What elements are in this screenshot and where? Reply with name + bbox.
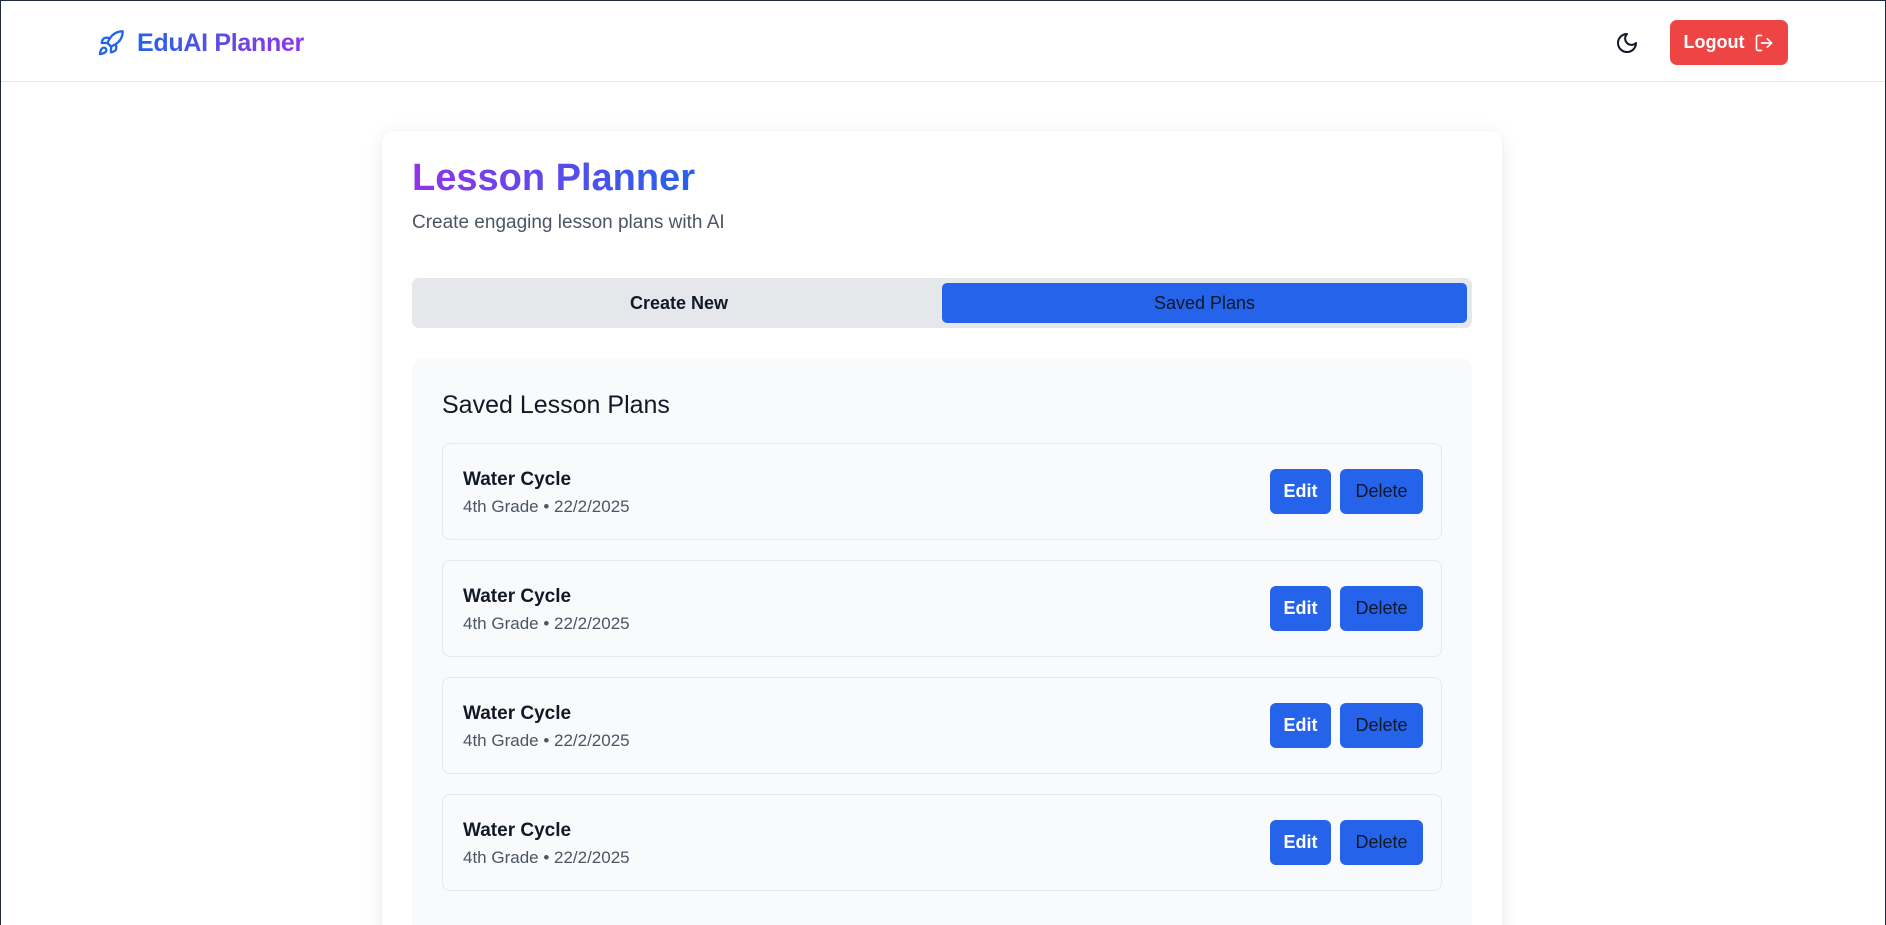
lesson-plan-meta: 4th Grade • 22/2/2025 [463, 497, 630, 516]
tab-bar: Create New Saved Plans [412, 278, 1472, 328]
page-title: Lesson Planner [412, 157, 695, 199]
edit-button[interactable]: Edit [1270, 820, 1331, 865]
lesson-plan-title: Water Cycle [463, 469, 572, 490]
saved-plans-heading: Saved Lesson Plans [442, 391, 670, 419]
saved-plans-panel: Saved Lesson Plans Water Cycle 4th Grade… [412, 358, 1472, 925]
lesson-plan-title: Water Cycle [463, 586, 572, 607]
delete-button[interactable]: Delete [1340, 469, 1423, 514]
edit-button[interactable]: Edit [1270, 703, 1331, 748]
lesson-plan-item: Water Cycle 4th Grade • 22/2/2025 Edit D… [442, 677, 1442, 774]
lesson-plan-meta: 4th Grade • 22/2/2025 [463, 848, 630, 867]
moon-icon [1617, 33, 1637, 53]
logout-button[interactable]: Logout [1670, 20, 1788, 65]
rocket-icon [98, 30, 124, 56]
tab-create-new[interactable]: Create New [417, 283, 941, 323]
tab-saved-plans[interactable]: Saved Plans [942, 283, 1467, 323]
lesson-planner-card: Lesson Planner Create engaging lesson pl… [382, 131, 1502, 925]
edit-button[interactable]: Edit [1270, 586, 1331, 631]
delete-button[interactable]: Delete [1340, 703, 1423, 748]
lesson-plan-meta: 4th Grade • 22/2/2025 [463, 614, 630, 633]
lesson-plan-item: Water Cycle 4th Grade • 22/2/2025 Edit D… [442, 560, 1442, 657]
lesson-plan-item: Water Cycle 4th Grade • 22/2/2025 Edit D… [442, 794, 1442, 891]
page-subtitle: Create engaging lesson plans with AI [412, 212, 725, 233]
lesson-plan-title: Water Cycle [463, 820, 572, 841]
brand-name: EduAI Planner [137, 28, 304, 57]
log-out-icon [1756, 34, 1773, 51]
lesson-plan-item: Water Cycle 4th Grade • 22/2/2025 Edit D… [442, 443, 1442, 540]
delete-button[interactable]: Delete [1340, 820, 1423, 865]
top-navbar: EduAI Planner Logout [1, 1, 1885, 82]
theme-toggle-button[interactable] [1613, 29, 1641, 57]
brand-link[interactable]: EduAI Planner [97, 27, 304, 59]
lesson-plan-title: Water Cycle [463, 703, 572, 724]
delete-button[interactable]: Delete [1340, 586, 1423, 631]
logout-label: Logout [1683, 32, 1745, 52]
app-window: EduAI Planner Logout Lesson Planner Crea… [0, 0, 1886, 925]
lesson-plan-meta: 4th Grade • 22/2/2025 [463, 731, 630, 750]
edit-button[interactable]: Edit [1270, 469, 1331, 514]
